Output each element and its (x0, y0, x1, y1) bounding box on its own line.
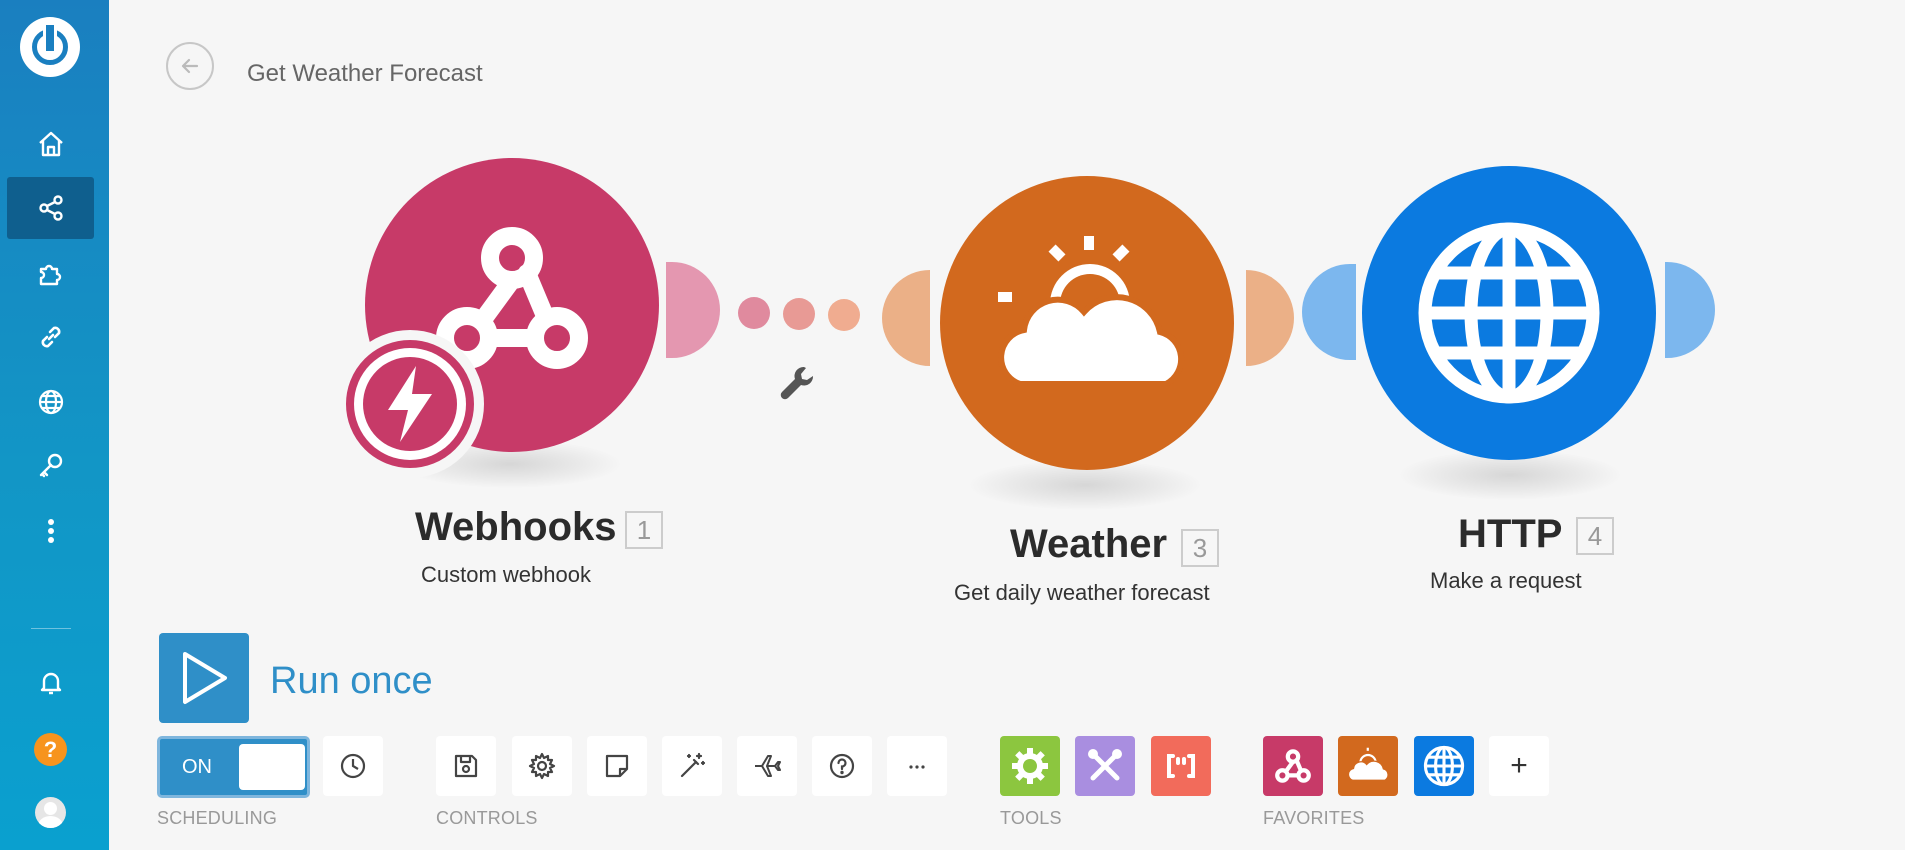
gear-icon (1012, 748, 1048, 784)
module-4-name: HTTP (1458, 512, 1563, 556)
sidebar-divider (31, 628, 71, 629)
module-1-subtitle: Custom webhook (421, 562, 591, 587)
connector-dot (738, 297, 770, 329)
sidebar-item-scenarios[interactable] (7, 177, 94, 239)
bell-icon (40, 672, 61, 695)
save-button[interactable] (436, 736, 496, 796)
help-icon[interactable]: ? (34, 733, 67, 766)
sidebar-item-keys[interactable] (7, 435, 94, 497)
brackets-icon (1167, 754, 1195, 778)
controls-section-label: CONTROLS (436, 808, 538, 828)
route-settings-button[interactable] (778, 363, 818, 408)
sidebar-item-apps[interactable] (7, 242, 94, 304)
lightning-icon (388, 366, 432, 442)
scenario-title[interactable]: Get Weather Forecast (247, 60, 483, 88)
gear-icon (528, 752, 556, 780)
globe-icon (1423, 745, 1465, 787)
make-logo[interactable] (20, 17, 80, 77)
share-icon (38, 195, 63, 221)
module-3-subtitle: Get daily weather forecast (954, 580, 1210, 605)
help-button[interactable] (812, 736, 872, 796)
module-weather[interactable] (940, 176, 1234, 470)
schedule-settings-button[interactable] (323, 736, 383, 796)
sidebar-item-connections[interactable] (7, 306, 94, 368)
clock-icon (340, 753, 366, 779)
globe-icon (1418, 222, 1600, 404)
run-once-label[interactable]: Run once (270, 660, 433, 703)
airplane-icon (755, 755, 781, 777)
module-3-number: 3 (1181, 529, 1219, 567)
module-4-subtitle: Make a request (1430, 568, 1582, 593)
tools-icon (1088, 749, 1122, 781)
weather-icon (998, 236, 1185, 387)
notes-button[interactable] (587, 736, 647, 796)
sidebar-item-webhooks[interactable] (7, 371, 94, 433)
auto-align-button[interactable] (662, 736, 722, 796)
back-button[interactable] (166, 42, 214, 90)
module-3-output-handle[interactable] (1246, 270, 1294, 366)
favorite-http[interactable] (1414, 736, 1474, 796)
tools-tools[interactable] (1075, 736, 1135, 796)
tools-flow-control[interactable] (1000, 736, 1060, 796)
sidebar-item-more[interactable] (7, 500, 94, 562)
run-once-button[interactable] (159, 633, 249, 723)
tools-section-label: TOOLS (1000, 808, 1062, 828)
avatar[interactable] (35, 797, 66, 828)
sidebar: ? (0, 0, 109, 850)
instant-trigger-badge (336, 330, 484, 478)
sidebar-item-home[interactable] (7, 113, 94, 175)
module-4-number: 4 (1576, 517, 1614, 555)
tools-json[interactable] (1151, 736, 1211, 796)
magic-wand-icon (680, 752, 706, 778)
toggle-on-label: ON (182, 756, 212, 778)
help-circle-icon (829, 753, 855, 779)
favorite-weather[interactable] (1338, 736, 1398, 796)
scheduling-toggle[interactable]: ON (157, 736, 310, 798)
arrow-left-icon (181, 58, 199, 74)
note-icon (605, 754, 629, 778)
module-1-number: 1 (625, 511, 663, 549)
globe-icon (38, 389, 63, 415)
connector-dot (783, 298, 815, 330)
scheduling-section-label: SCHEDULING (157, 808, 278, 828)
module-1-output-handle[interactable] (666, 262, 720, 358)
wrench-icon (780, 366, 814, 400)
module-4-input-handle[interactable] (1302, 264, 1356, 360)
webhook-icon (1275, 749, 1311, 783)
module-http[interactable] (1362, 166, 1656, 460)
more-controls-button[interactable] (887, 736, 947, 796)
puzzle-icon (39, 264, 61, 286)
favorites-section-label: FAVORITES (1263, 808, 1365, 828)
add-favorite-button[interactable]: + (1489, 736, 1549, 796)
module-3-input-handle[interactable] (882, 270, 930, 366)
more-horizontal-icon (909, 765, 925, 769)
connector-dot (828, 299, 860, 331)
play-icon (183, 652, 227, 704)
more-vertical-icon (47, 519, 54, 543)
favorite-webhooks[interactable] (1263, 736, 1323, 796)
weather-icon (1347, 747, 1389, 781)
explain-flow-button[interactable] (737, 736, 797, 796)
key-icon (39, 453, 62, 478)
link-icon (41, 326, 60, 348)
sidebar-item-notifications[interactable] (7, 651, 94, 713)
module-4-output-handle[interactable] (1665, 262, 1715, 358)
home-icon (38, 131, 63, 157)
module-1-name: Webhooks (415, 505, 617, 549)
module-3-name: Weather (1010, 522, 1168, 566)
save-icon (454, 754, 478, 778)
scenario-settings-button[interactable] (512, 736, 572, 796)
toggle-knob (239, 744, 305, 790)
